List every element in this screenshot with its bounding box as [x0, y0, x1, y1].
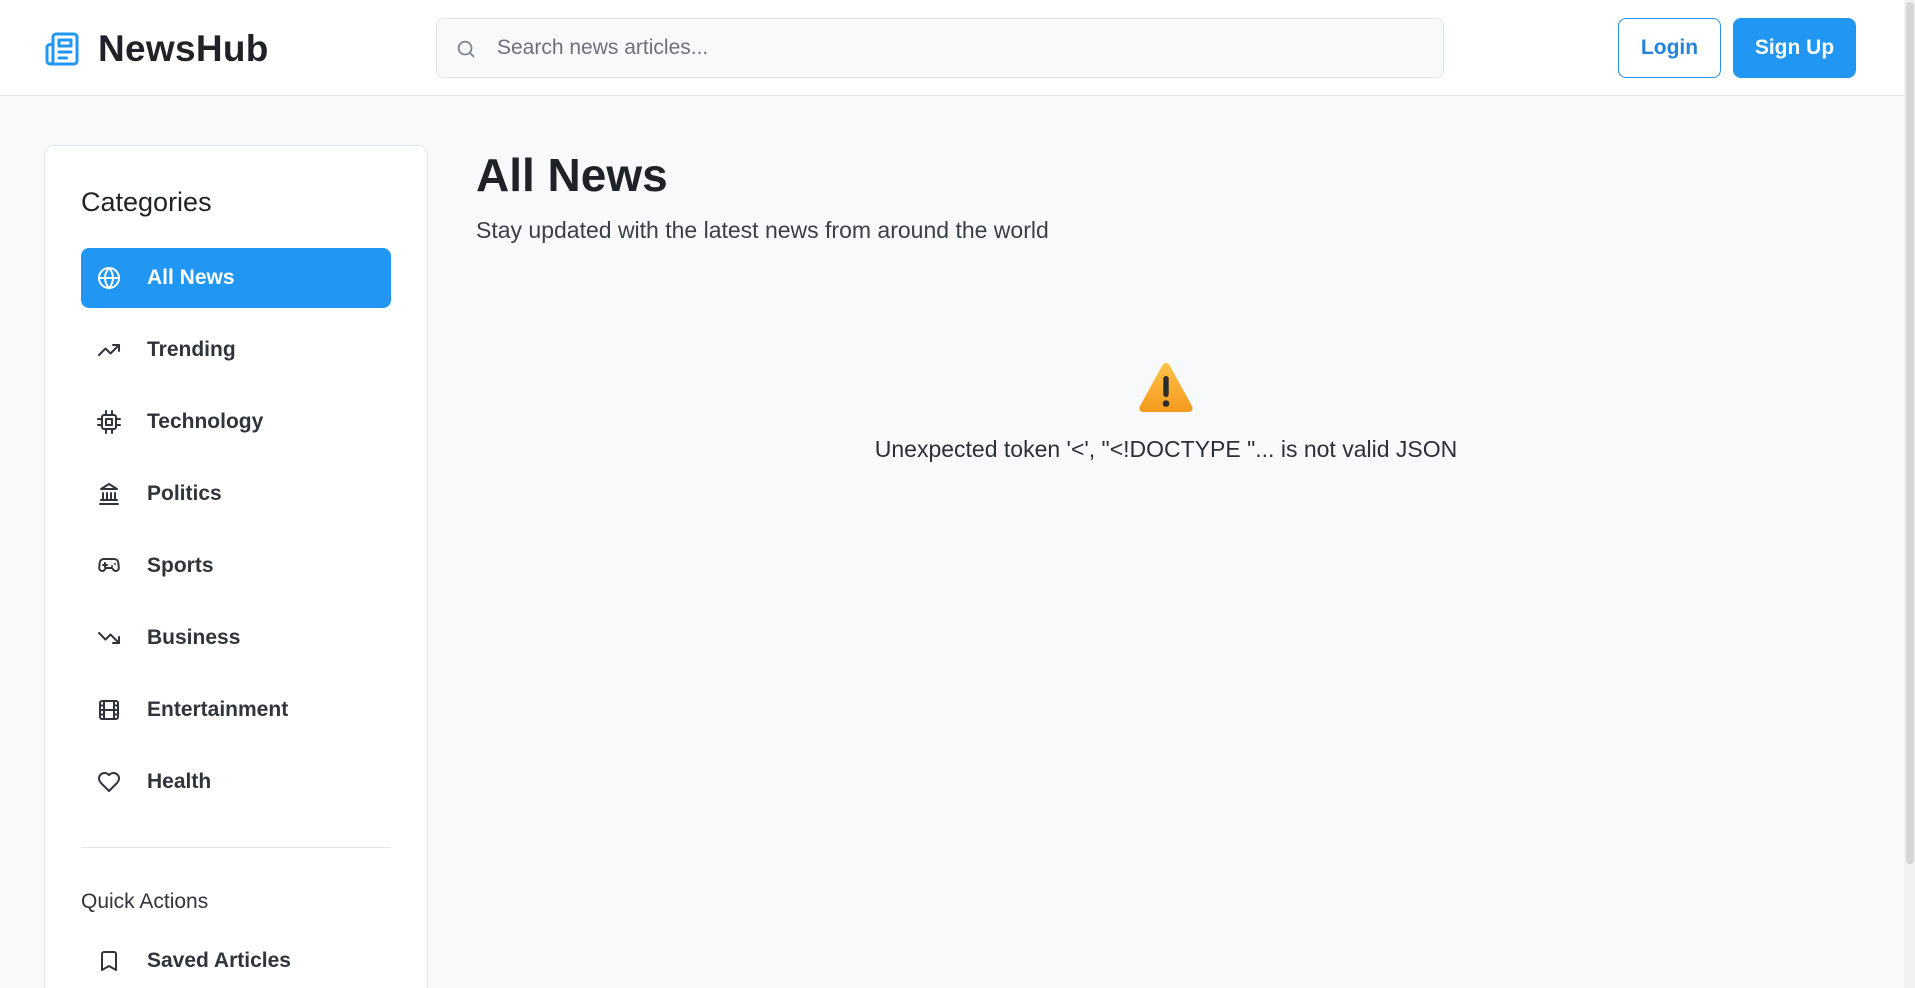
trending-up-icon	[98, 344, 120, 356]
search-input[interactable]	[497, 19, 1427, 77]
signup-button[interactable]: Sign Up	[1733, 18, 1856, 78]
quick-actions-title: Quick Actions	[81, 890, 209, 913]
sidebar-item-trending[interactable]: Trending	[81, 320, 391, 380]
sidebar-title: Categories	[81, 187, 212, 217]
search-bar[interactable]	[436, 18, 1444, 78]
sidebar-item-label: Technology	[147, 410, 264, 433]
sidebar-item-all-news[interactable]: All News	[81, 248, 391, 308]
sidebar-item-label: Entertainment	[147, 698, 289, 721]
sidebar-item-politics[interactable]: Politics	[81, 464, 391, 524]
trending-down-icon	[98, 632, 120, 644]
search-icon	[457, 40, 475, 58]
error-message: Unexpected token '<', "<!DOCTYPE "... is…	[874, 436, 1458, 462]
page-subtitle: Stay updated with the latest news from a…	[476, 217, 1049, 243]
cpu-icon	[97, 410, 121, 434]
sidebar-item-label: Health	[147, 770, 212, 793]
globe-icon	[98, 267, 120, 289]
error-message-panel: Unexpected token '<', "<!DOCTYPE "... is…	[476, 360, 1856, 463]
sidebar-item-label: All News	[147, 266, 235, 289]
sidebar: Categories All News Trending Technology	[44, 145, 428, 988]
quick-action-saved-articles[interactable]: Saved Articles	[81, 941, 391, 981]
page-title: All News	[476, 149, 668, 201]
quick-action-label: Saved Articles	[147, 949, 291, 972]
sidebar-item-label: Trending	[147, 338, 236, 361]
scrollbar-thumb[interactable]	[1906, 2, 1914, 864]
film-icon	[99, 700, 119, 720]
sidebar-item-label: Politics	[147, 482, 222, 505]
newspaper-icon	[45, 32, 79, 66]
category-list: All News Trending Technology Politics Sp…	[81, 248, 391, 824]
sidebar-item-entertainment[interactable]: Entertainment	[81, 680, 391, 740]
warning-icon	[1139, 363, 1193, 412]
sidebar-item-business[interactable]: Business	[81, 608, 391, 668]
sidebar-divider	[81, 847, 391, 848]
brand[interactable]: NewsHub	[44, 28, 269, 70]
sidebar-item-label: Sports	[147, 554, 214, 577]
brand-name: NewsHub	[98, 28, 269, 69]
login-button[interactable]: Login	[1618, 18, 1721, 78]
landmark-icon	[99, 483, 119, 505]
sidebar-item-sports[interactable]: Sports	[81, 536, 391, 596]
sidebar-item-label: Business	[147, 626, 241, 649]
heart-icon	[98, 772, 120, 792]
top-header: NewsHub Login Sign Up	[0, 0, 1904, 96]
sidebar-item-health[interactable]: Health	[81, 752, 391, 812]
sidebar-item-technology[interactable]: Technology	[81, 392, 391, 452]
bookmark-icon	[101, 951, 117, 971]
gamepad-icon	[98, 557, 120, 573]
